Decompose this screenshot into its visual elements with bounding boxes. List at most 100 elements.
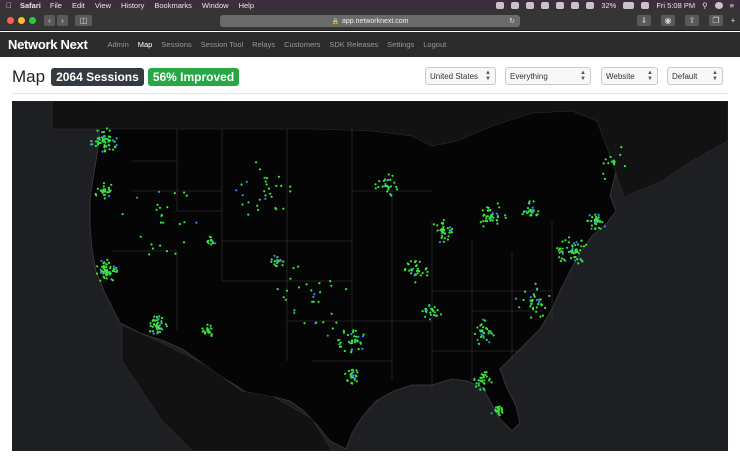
download-icon[interactable]: ⇓ [637,15,651,26]
nav-logout[interactable]: Logout [423,40,446,49]
session-dot [429,311,432,314]
tabs-overview-icon[interactable]: ❐ [709,15,723,26]
session-dot [361,347,364,350]
session-dot [115,267,118,271]
session-dot [518,306,521,309]
session-dot [113,270,116,273]
back-button[interactable]: ‹ [44,15,55,26]
menu-app-name[interactable]: Safari [20,0,41,11]
session-dot [273,260,276,263]
session-dot [265,183,268,186]
status-icon[interactable] [556,2,565,9]
session-dot [354,338,357,341]
reload-icon[interactable]: ↻ [509,17,515,25]
menu-view[interactable]: View [95,0,111,11]
address-bar[interactable]: 🔒 app.networknext.com ↻ [220,15,520,27]
session-dot [103,261,106,264]
session-dot [165,325,168,328]
extension-icon[interactable]: ◉ [661,15,675,26]
session-dot [535,288,539,291]
user-icon[interactable] [714,2,723,9]
session-dot [535,298,539,301]
session-dot [357,348,360,351]
session-dot [297,265,300,268]
session-dot [531,210,534,213]
session-dot [481,209,484,212]
status-icon[interactable] [511,2,520,9]
nav-admin[interactable]: Admin [107,40,128,49]
view-select[interactable]: Default ▲ ▼ [667,67,723,85]
bluetooth-icon[interactable] [571,2,580,9]
session-dot [582,245,586,248]
status-icon[interactable] [496,2,505,9]
session-dot [156,203,159,206]
session-dot [106,258,109,261]
session-dot [158,315,161,318]
menu-edit[interactable]: Edit [72,0,85,11]
session-dot [98,138,101,141]
session-dot [407,263,410,266]
new-tab-icon[interactable]: + [728,15,738,26]
menu-history[interactable]: History [121,0,144,11]
session-dot [609,155,612,159]
status-icon[interactable] [541,2,550,9]
apple-menu-icon[interactable]:  [6,0,12,11]
session-dot [433,306,436,309]
menu-file[interactable]: File [50,0,62,11]
close-window-button[interactable] [7,17,14,24]
session-dot [558,251,561,254]
flag-icon[interactable] [641,2,650,9]
share-icon[interactable]: ⇧ [685,15,699,26]
menu-bookmarks[interactable]: Bookmarks [154,0,192,11]
nav-relays[interactable]: Relays [252,40,275,49]
session-dot [384,185,387,188]
session-dot [532,200,535,203]
session-dot [473,378,476,381]
nav-settings[interactable]: Settings [387,40,414,49]
session-dot [426,270,429,273]
nav-customers[interactable]: Customers [284,40,320,49]
nav-map[interactable]: Map [138,40,153,49]
session-dot [289,277,292,280]
status-icon[interactable] [526,2,535,9]
spotlight-icon[interactable]: ⚲ [702,0,708,11]
session-dot [533,294,536,297]
session-dot [436,224,439,227]
session-dot [342,329,345,332]
network-next-logo[interactable]: Network Next [8,37,88,52]
us-map-canvas[interactable] [12,101,728,451]
platform-select[interactable]: Website ▲ ▼ [601,67,658,85]
menu-help[interactable]: Help [239,0,254,11]
session-dot [178,222,181,226]
country-select[interactable]: United States ▲ ▼ [425,67,496,85]
session-dot [247,213,250,216]
menu-window[interactable]: Window [202,0,229,11]
forward-button[interactable]: › [57,15,68,26]
minimize-window-button[interactable] [18,17,25,24]
nav-sdk-releases[interactable]: SDK Releases [329,40,378,49]
session-dot [431,309,434,312]
session-dot [575,241,578,244]
session-dot [273,254,276,257]
session-map[interactable] [12,101,728,451]
clock[interactable]: Fri 5:08 PM [656,0,695,11]
control-center-icon[interactable]: ≡ [730,0,734,11]
sidebar-toggle-icon[interactable]: ◫ [75,15,92,26]
session-dot [121,213,124,216]
session-dot [326,334,329,337]
session-dot [476,326,479,329]
nav-session-tool[interactable]: Session Tool [201,40,243,49]
scope-select[interactable]: Everything ▲ ▼ [505,67,591,85]
session-dot [524,290,527,293]
zoom-window-button[interactable] [29,17,36,24]
wifi-icon[interactable] [586,2,595,9]
session-dot [479,388,482,391]
session-dot [151,330,155,333]
session-dot [413,261,416,264]
session-dot [98,136,101,139]
nav-sessions[interactable]: Sessions [161,40,191,49]
session-dot [374,187,377,190]
session-dot [263,190,266,193]
battery-icon[interactable] [623,2,635,9]
session-dot [450,231,453,234]
